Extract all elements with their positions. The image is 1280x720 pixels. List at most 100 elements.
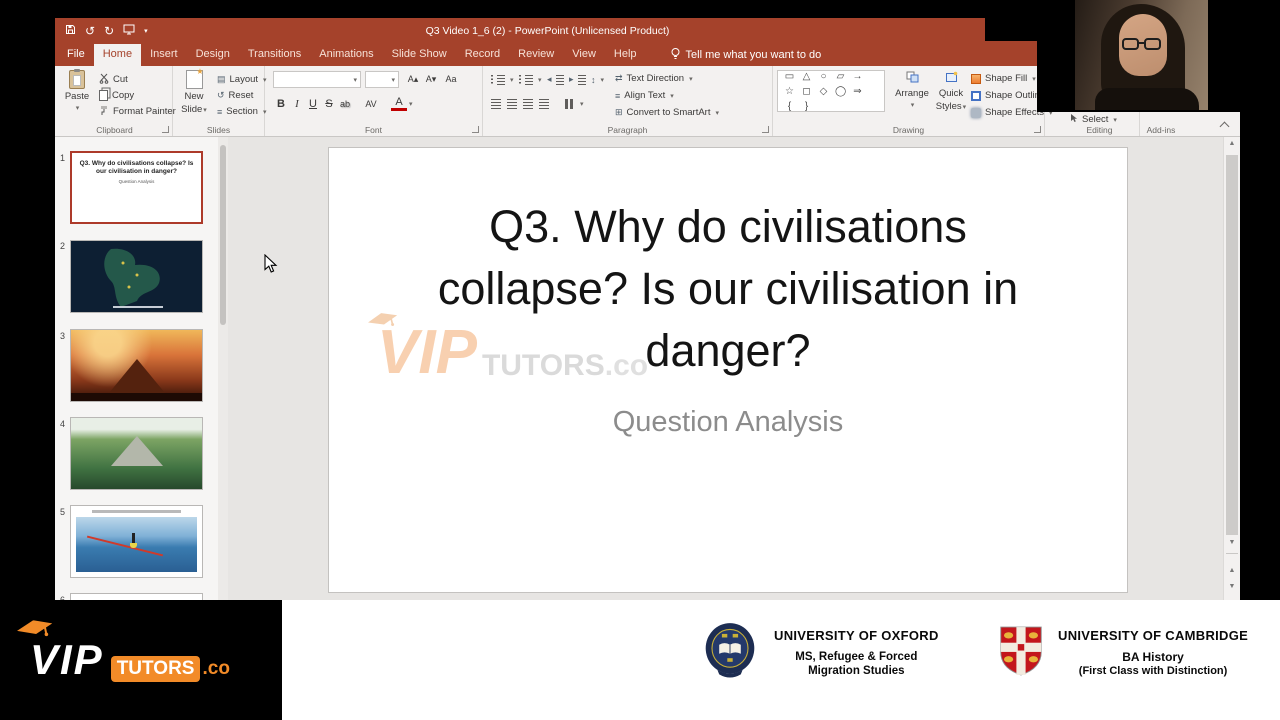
grow-font-button[interactable]: A▴ [405, 71, 421, 87]
shape-brace-right-icon[interactable]: } [801, 101, 812, 112]
shape-brace-left-icon[interactable]: { [784, 101, 795, 112]
redo-icon[interactable]: ↻ [104, 25, 114, 37]
tell-me-box[interactable]: Tell me what you want to do [670, 44, 821, 66]
qat-customize-icon[interactable]: ▾ [144, 28, 148, 35]
shape-oval-icon[interactable]: ◯ [835, 86, 846, 97]
shape-parallelogram-icon[interactable]: ▱ [835, 71, 846, 82]
font-size-combo[interactable]: ▾ [365, 71, 399, 88]
tab-home[interactable]: Home [93, 44, 142, 66]
strikethrough-button[interactable]: S [321, 96, 337, 112]
numbering-button[interactable]: ▾ [519, 72, 542, 87]
scroll-down-icon[interactable]: ▼ [1224, 539, 1240, 546]
tab-transitions[interactable]: Transitions [239, 44, 310, 66]
shrink-font-button[interactable]: A▾ [423, 71, 439, 87]
quick-styles-button[interactable]: Quick Styles▾ [933, 71, 969, 112]
format-painter-button[interactable]: Format Painter [99, 104, 176, 119]
tab-view[interactable]: View [563, 44, 605, 66]
tab-insert[interactable]: Insert [141, 44, 187, 66]
italic-button[interactable]: I [289, 96, 305, 112]
layout-button[interactable]: ▤ Layout ▾ [217, 72, 267, 87]
paragraph-dialog-launcher[interactable] [762, 126, 769, 133]
scroll-up-icon[interactable]: ▲ [1224, 140, 1240, 147]
undo-icon[interactable]: ↺ [85, 25, 95, 37]
current-slide[interactable]: Q3. Why do civilisations collapse? Is ou… [328, 147, 1128, 593]
slide-subtitle[interactable]: Question Analysis [329, 406, 1127, 439]
thumbnail-slide-5[interactable] [70, 505, 203, 578]
text-direction-label: Text Direction [626, 73, 685, 84]
line-spacing-icon: ↕ [591, 74, 596, 85]
align-left-button[interactable] [491, 96, 501, 111]
cut-button[interactable]: Cut [99, 72, 128, 87]
font-color-button[interactable]: A [391, 96, 407, 111]
bold-button[interactable]: B [273, 96, 289, 112]
char-spacing-button[interactable]: AV [361, 96, 381, 112]
drawing-dialog-launcher[interactable] [1034, 126, 1041, 133]
start-slideshow-icon[interactable] [123, 22, 135, 40]
collapse-ribbon-icon[interactable] [1219, 121, 1230, 132]
thumbnail-slide-3[interactable] [70, 329, 203, 402]
bullets-button[interactable]: ▾ [491, 72, 514, 87]
main-scrollbar-thumb[interactable] [1226, 155, 1238, 535]
thumbnail-panel-scrollbar[interactable] [218, 137, 228, 600]
shape-square-icon[interactable]: ◻ [801, 86, 812, 97]
section-button[interactable]: ≡ Section ▾ [217, 104, 266, 119]
shape-triangle-icon[interactable]: △ [801, 71, 812, 82]
shape-block-arrow-icon[interactable]: ⇒ [852, 86, 863, 97]
clipboard-dialog-launcher[interactable] [162, 126, 169, 133]
thumbnail-slide-6[interactable] [70, 593, 203, 600]
tab-design[interactable]: Design [187, 44, 239, 66]
convert-smartart-button[interactable]: ⊞ Convert to SmartArt ▾ [615, 105, 719, 120]
copy-button[interactable]: Copy [99, 88, 134, 103]
tab-help[interactable]: Help [605, 44, 646, 66]
tab-review[interactable]: Review [509, 44, 563, 66]
text-direction-button[interactable]: ⇄ Text Direction ▾ [615, 71, 693, 86]
line-spacing-button[interactable]: ↕ ▾ [591, 72, 604, 87]
thumbnail-slide-1[interactable]: Q3. Why do civilisations collapse? Is ou… [70, 151, 203, 224]
font-dialog-launcher[interactable] [472, 126, 479, 133]
text-direction-dropdown-icon: ▾ [689, 75, 693, 83]
shape-circle-icon[interactable]: ○ [818, 71, 829, 82]
increase-indent-lines-icon [577, 74, 586, 85]
new-slide-button[interactable]: New Slide▾ [176, 67, 212, 115]
justify-button[interactable] [539, 96, 549, 111]
underline-button[interactable]: U [305, 96, 321, 112]
paste-button[interactable]: Paste ▾ [61, 69, 93, 112]
increase-indent-icon: ▸ [569, 74, 574, 84]
oxford-credential: UNIVERSITY OF OXFORD MS, Refugee & Force… [703, 610, 939, 696]
align-right-button[interactable] [523, 96, 533, 111]
thumbnail-panel-scrollbar-thumb[interactable] [220, 145, 226, 325]
window-title: Q3 Video 1_6 (2) - PowerPoint (Unlicense… [425, 25, 670, 37]
font-name-combo[interactable]: ▾ [273, 71, 361, 88]
tab-record[interactable]: Record [456, 44, 509, 66]
shape-star-icon[interactable]: ☆ [784, 86, 795, 97]
save-icon[interactable] [65, 22, 76, 40]
font-color-dropdown-icon[interactable]: ▾ [409, 100, 413, 108]
align-center-button[interactable] [507, 96, 517, 111]
columns-button[interactable]: ▾ [565, 96, 584, 111]
shape-rectangle-icon[interactable]: ▭ [784, 71, 795, 82]
clipboard-group-label: Clipboard [96, 125, 133, 135]
text-shadow-button[interactable]: ab [337, 96, 353, 112]
increase-indent-button[interactable]: ▸ [569, 72, 586, 87]
tab-slide-show[interactable]: Slide Show [383, 44, 456, 66]
thumbnail-slide-2[interactable] [70, 240, 203, 313]
cut-icon [99, 73, 109, 87]
shape-fill-button[interactable]: Shape Fill ▾ [971, 71, 1036, 86]
shape-arrow-icon[interactable]: → [852, 71, 863, 82]
line-spacing-dropdown-icon: ▾ [600, 76, 605, 84]
next-slide-icon[interactable]: ▼ [1224, 583, 1240, 590]
reset-button[interactable]: ↺ Reset [217, 88, 253, 103]
new-slide-dropdown-icon: ▾ [203, 107, 207, 114]
tab-file[interactable]: File [58, 44, 94, 66]
arrange-button[interactable]: Arrange ▾ [893, 71, 931, 109]
shapes-gallery[interactable]: ▭ △ ○ ▱ → ☆ ◻ ◇ ◯ ⇒ { } [777, 70, 885, 112]
font-group-label: Font [364, 125, 382, 135]
align-text-button[interactable]: ≡ Align Text ▾ [615, 88, 674, 103]
decrease-indent-button[interactable]: ◂ [547, 72, 564, 87]
shape-diamond-icon[interactable]: ◇ [818, 86, 829, 97]
change-case-button[interactable]: Aa [443, 71, 459, 87]
main-scrollbar[interactable]: ▲ ▼ ▲ ▼ [1223, 137, 1240, 600]
previous-slide-icon[interactable]: ▲ [1224, 567, 1240, 574]
thumbnail-slide-4[interactable] [70, 417, 203, 490]
tab-animations[interactable]: Animations [310, 44, 382, 66]
